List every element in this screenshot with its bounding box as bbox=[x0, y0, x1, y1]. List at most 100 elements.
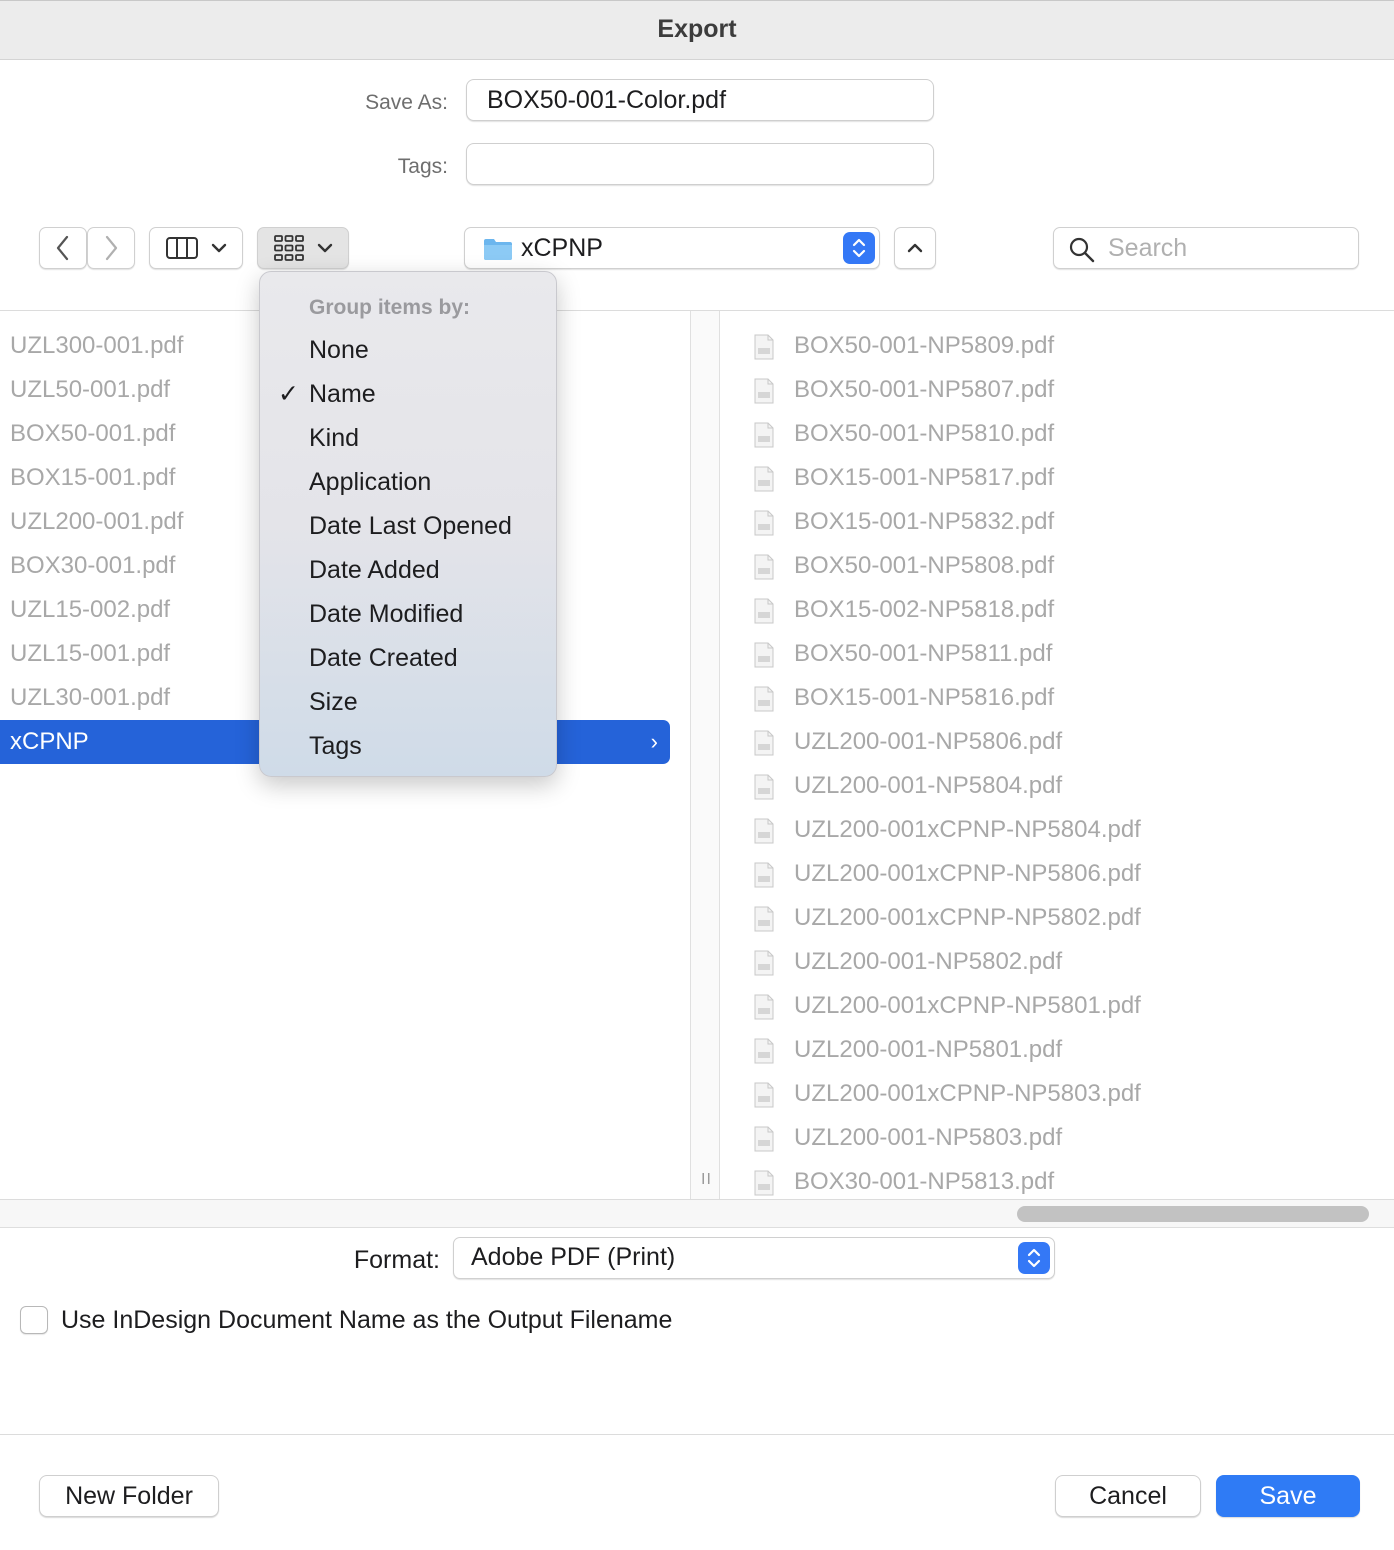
menu-item-size[interactable]: Size bbox=[260, 680, 556, 724]
view-mode-button[interactable] bbox=[149, 227, 243, 269]
save-button[interactable]: Save bbox=[1216, 1475, 1360, 1517]
up-down-arrows-icon bbox=[1027, 1248, 1041, 1268]
menu-item-label: Tags bbox=[309, 732, 362, 760]
menu-item-date-last-opened[interactable]: Date Last Opened bbox=[260, 504, 556, 548]
menu-item-label: Application bbox=[309, 468, 432, 496]
menu-item-label: Kind bbox=[309, 424, 360, 452]
file-name: UZL200-001-NP5801.pdf bbox=[794, 1036, 1063, 1063]
pdf-file-icon bbox=[754, 598, 774, 624]
pdf-file-icon bbox=[754, 334, 774, 360]
file-name: UZL200-001-NP5806.pdf bbox=[794, 728, 1063, 755]
pdf-file-icon bbox=[754, 510, 774, 536]
pdf-file-icon bbox=[754, 862, 774, 888]
menu-item-label: Date Added bbox=[309, 556, 440, 584]
parent-folder-button[interactable] bbox=[894, 227, 936, 269]
menu-item-date-modified[interactable]: Date Modified bbox=[260, 592, 556, 636]
file-row[interactable]: BOX50-001-NP5810.pdf bbox=[752, 412, 1392, 456]
file-name: UZL15-001.pdf bbox=[10, 640, 171, 667]
file-row[interactable]: BOX50-001-NP5811.pdf bbox=[752, 632, 1392, 676]
menu-item-application[interactable]: Application bbox=[260, 460, 556, 504]
file-name: UZL200-001xCPNP-NP5804.pdf bbox=[794, 816, 1141, 843]
file-name: BOX30-001.pdf bbox=[10, 552, 176, 579]
file-browser: UZL300-001.pdf UZL50-001.pdf BOX50-001.pdf… bbox=[0, 310, 1394, 1200]
path-popup[interactable]: xCPNP bbox=[464, 227, 880, 269]
menu-item-date-added[interactable]: Date Added bbox=[260, 548, 556, 592]
file-row[interactable]: UZL200-001xCPNP-NP5801.pdf bbox=[752, 984, 1392, 1028]
use-doc-name-checkbox[interactable] bbox=[20, 1306, 48, 1334]
file-row[interactable]: BOX30-001-NP5813.pdf bbox=[752, 1160, 1392, 1199]
file-row[interactable]: UZL200-001-NP5803.pdf bbox=[752, 1116, 1392, 1160]
back-button[interactable] bbox=[39, 227, 87, 269]
file-row[interactable]: BOX50-001-NP5809.pdf bbox=[752, 324, 1392, 368]
file-row[interactable]: BOX15-001-NP5817.pdf bbox=[752, 456, 1392, 500]
menu-item-label: None bbox=[309, 336, 369, 364]
format-popup-label: Adobe PDF (Print) bbox=[471, 1243, 676, 1271]
menu-item-date-created[interactable]: Date Created bbox=[260, 636, 556, 680]
forward-button[interactable] bbox=[87, 227, 135, 269]
pdf-file-icon bbox=[754, 818, 774, 844]
file-row[interactable]: UZL200-001-NP5801.pdf bbox=[752, 1028, 1392, 1072]
format-popup[interactable]: Adobe PDF (Print) bbox=[453, 1237, 1055, 1279]
chevron-left-icon bbox=[56, 235, 69, 261]
file-row[interactable]: UZL200-001-NP5804.pdf bbox=[752, 764, 1392, 808]
horizontal-scrollbar[interactable] bbox=[1017, 1206, 1369, 1222]
pdf-file-icon bbox=[754, 422, 774, 448]
tags-field[interactable] bbox=[466, 143, 934, 185]
file-name: UZL200-001.pdf bbox=[10, 508, 184, 535]
new-folder-button[interactable]: New Folder bbox=[39, 1475, 219, 1517]
file-name: UZL200-001xCPNP-NP5806.pdf bbox=[794, 860, 1141, 887]
file-name: xCPNP bbox=[10, 728, 89, 755]
pdf-file-icon bbox=[754, 466, 774, 492]
column-resize-handle[interactable]: II bbox=[690, 311, 720, 1199]
pdf-file-icon bbox=[754, 378, 774, 404]
search-input[interactable] bbox=[1108, 234, 1348, 263]
browser-column-2: BOX50-001-NP5809.pdf BOX50-001-NP5807.pdf… bbox=[720, 311, 1394, 1199]
window-title: Export bbox=[657, 15, 737, 43]
file-row[interactable]: UZL200-001xCPNP-NP5803.pdf bbox=[752, 1072, 1392, 1116]
file-row[interactable]: UZL200-001-NP5802.pdf bbox=[752, 940, 1392, 984]
file-name: BOX15-001-NP5832.pdf bbox=[794, 508, 1055, 535]
pdf-file-icon bbox=[754, 950, 774, 976]
menu-item-tags[interactable]: Tags bbox=[260, 724, 556, 768]
cancel-button[interactable]: Cancel bbox=[1055, 1475, 1201, 1517]
file-row[interactable]: BOX50-001-NP5808.pdf bbox=[752, 544, 1392, 588]
pdf-file-icon bbox=[754, 686, 774, 712]
save-as-input[interactable] bbox=[487, 86, 913, 115]
tags-label: Tags: bbox=[397, 155, 448, 178]
file-row[interactable]: UZL200-001-NP5806.pdf bbox=[752, 720, 1392, 764]
file-row[interactable]: BOX50-001-NP5807.pdf bbox=[752, 368, 1392, 412]
search-field[interactable] bbox=[1053, 227, 1359, 269]
file-name: BOX50-001-NP5808.pdf bbox=[794, 552, 1055, 579]
file-row[interactable]: BOX15-001-NP5832.pdf bbox=[752, 500, 1392, 544]
file-name: BOX50-001.pdf bbox=[10, 420, 176, 447]
chevron-down-icon bbox=[211, 243, 227, 253]
file-name: BOX30-001-NP5813.pdf bbox=[794, 1168, 1055, 1195]
resize-grip-icon: II bbox=[701, 1171, 712, 1188]
file-row[interactable]: UZL200-001xCPNP-NP5802.pdf bbox=[752, 896, 1392, 940]
group-grid-icon bbox=[274, 235, 304, 261]
file-name: BOX50-001-NP5807.pdf bbox=[794, 376, 1055, 403]
menu-item-name[interactable]: ✓ Name bbox=[260, 372, 556, 416]
file-row[interactable]: BOX15-002-NP5818.pdf bbox=[752, 588, 1392, 632]
tags-input[interactable] bbox=[487, 150, 913, 179]
file-name: BOX15-001-NP5816.pdf bbox=[794, 684, 1055, 711]
file-name: BOX50-001-NP5809.pdf bbox=[794, 332, 1055, 359]
menu-item-label: Date Modified bbox=[309, 600, 464, 628]
folder-icon bbox=[484, 239, 512, 260]
save-as-field[interactable] bbox=[466, 79, 934, 121]
file-name: UZL30-001.pdf bbox=[10, 684, 171, 711]
chevron-right-icon bbox=[105, 235, 118, 261]
file-row[interactable]: UZL200-001xCPNP-NP5804.pdf bbox=[752, 808, 1392, 852]
menu-item-label: Name bbox=[309, 380, 376, 408]
file-name: UZL50-001.pdf bbox=[10, 376, 171, 403]
pdf-file-icon bbox=[754, 906, 774, 932]
pdf-file-icon bbox=[754, 994, 774, 1020]
menu-item-kind[interactable]: Kind bbox=[260, 416, 556, 460]
pdf-file-icon bbox=[754, 1038, 774, 1064]
file-row[interactable]: BOX15-001-NP5816.pdf bbox=[752, 676, 1392, 720]
file-name: UZL200-001-NP5802.pdf bbox=[794, 948, 1063, 975]
use-doc-name-label[interactable]: Use InDesign Document Name as the Output… bbox=[61, 1306, 672, 1335]
file-row[interactable]: UZL200-001xCPNP-NP5806.pdf bbox=[752, 852, 1392, 896]
menu-item-none[interactable]: None bbox=[260, 328, 556, 372]
group-by-button[interactable] bbox=[257, 227, 349, 269]
